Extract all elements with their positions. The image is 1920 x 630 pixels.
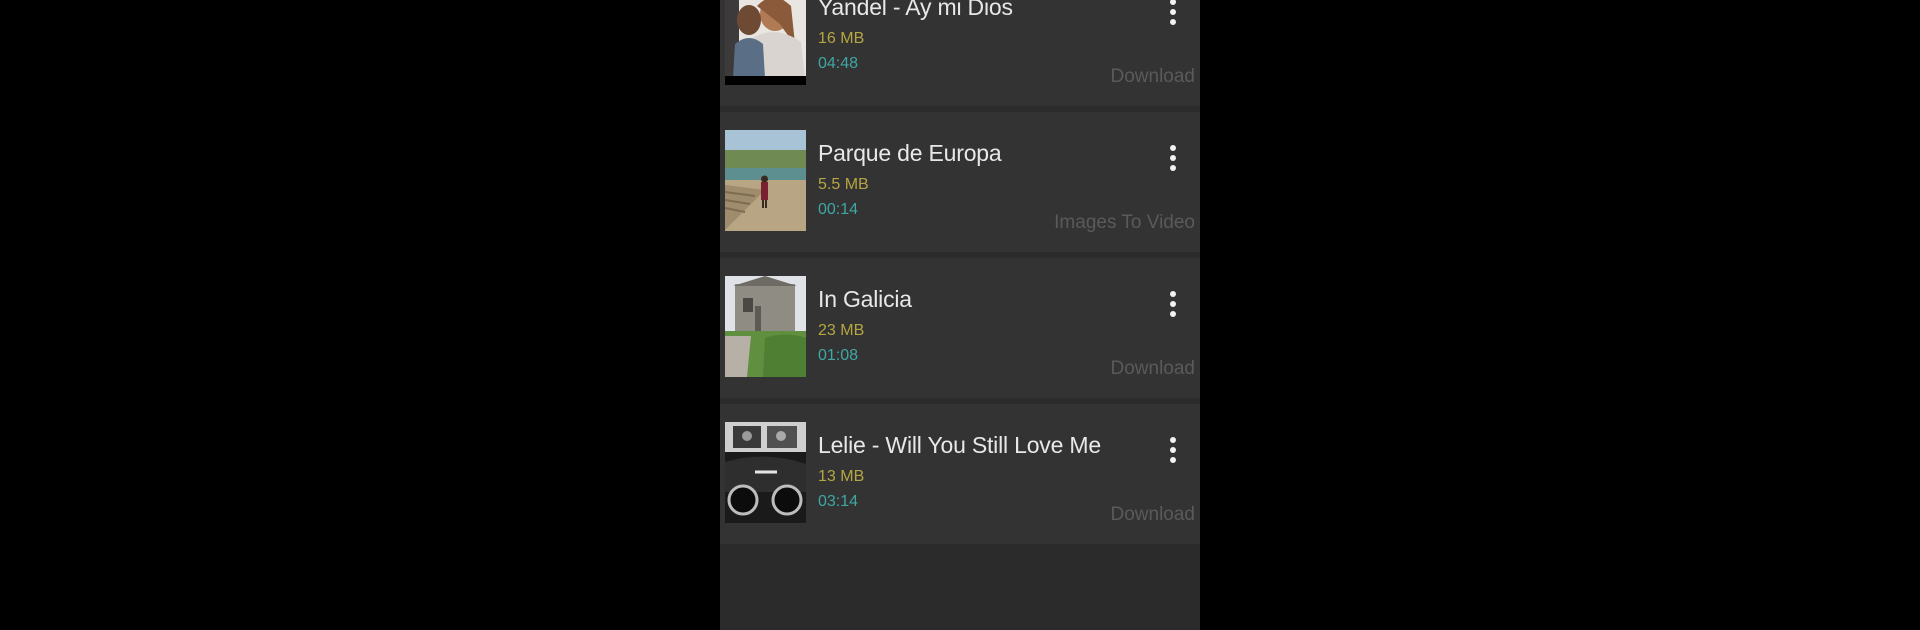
video-duration: 03:14	[818, 493, 859, 510]
menu-dot	[1170, 447, 1176, 453]
video-title: In Galicia	[818, 286, 912, 312]
video-duration: 04:48	[818, 55, 859, 72]
more-vertical-icon[interactable]	[1160, 0, 1186, 28]
menu-dot	[1170, 165, 1176, 171]
menu-dot	[1170, 0, 1176, 5]
video-list-screen: Yandel - Ay mi Dios 16 MB 04:48 Download	[720, 0, 1200, 630]
download-label: Download	[1110, 358, 1196, 379]
menu-dot	[1170, 9, 1176, 15]
file-size: 23 MB	[818, 322, 865, 339]
video-thumbnail[interactable]	[725, 0, 806, 85]
menu-dot	[1170, 311, 1176, 317]
menu-dot	[1170, 145, 1176, 151]
more-vertical-icon[interactable]	[1160, 288, 1186, 320]
menu-dot	[1170, 19, 1176, 25]
video-title: Yandel - Ay mi Dios	[818, 0, 1013, 20]
menu-dot	[1170, 291, 1176, 297]
video-duration: 01:08	[818, 347, 859, 364]
menu-dot	[1170, 155, 1176, 161]
images-to-video-label: Images To Video	[1054, 212, 1195, 233]
video-thumbnail[interactable]	[725, 130, 806, 231]
video-thumbnail[interactable]	[725, 276, 806, 377]
file-size: 16 MB	[818, 30, 865, 47]
list-item[interactable]: In Galicia 23 MB 01:08 Download	[720, 258, 1200, 398]
menu-dot	[1170, 301, 1176, 307]
video-title: Lelie - Will You Still Love Me	[818, 432, 1101, 458]
more-vertical-icon[interactable]	[1160, 434, 1186, 466]
menu-dot	[1170, 437, 1176, 443]
list-item[interactable]: Lelie - Will You Still Love Me 13 MB 03:…	[720, 404, 1200, 544]
video-thumbnail[interactable]	[725, 422, 806, 523]
download-label: Download	[1110, 66, 1196, 87]
file-size: 13 MB	[818, 468, 865, 485]
list-item[interactable]: Parque de Europa 5.5 MB 00:14 Images To …	[720, 112, 1200, 252]
list-item[interactable]: Yandel - Ay mi Dios 16 MB 04:48 Download	[720, 0, 1200, 106]
video-duration: 00:14	[818, 201, 859, 218]
download-label: Download	[1110, 504, 1196, 525]
more-vertical-icon[interactable]	[1160, 142, 1186, 174]
file-size: 5.5 MB	[818, 176, 869, 193]
video-title: Parque de Europa	[818, 140, 1002, 166]
menu-dot	[1170, 457, 1176, 463]
